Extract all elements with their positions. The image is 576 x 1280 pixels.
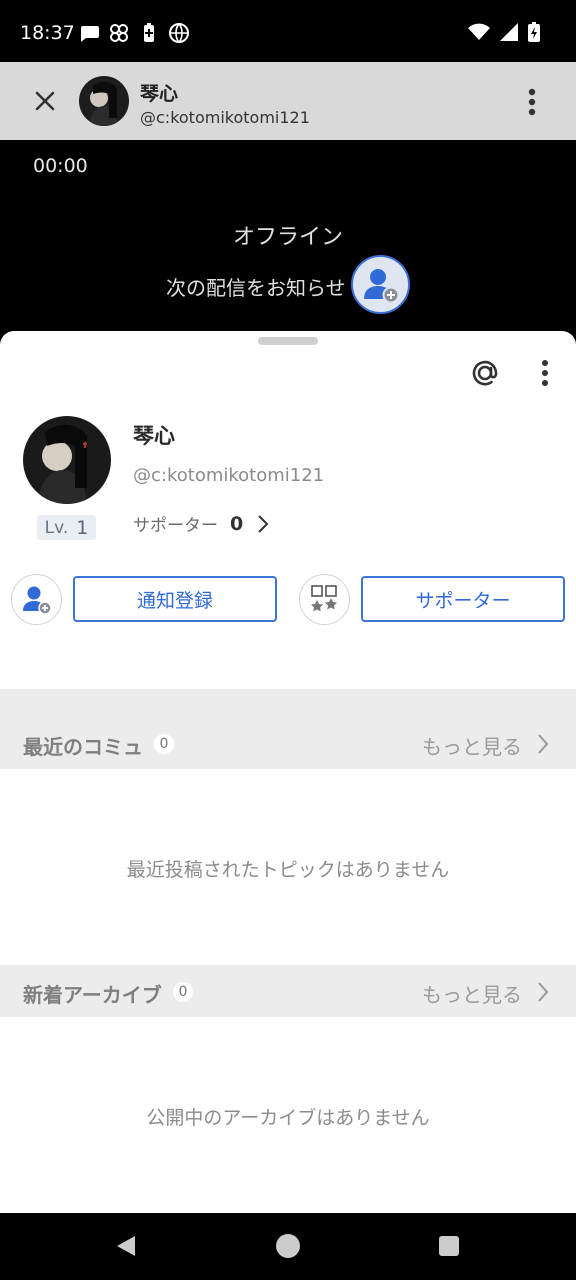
notify-next-label: 次の配信をお知らせ	[166, 276, 346, 300]
level-value: 1	[76, 516, 89, 539]
supporter-icon-button[interactable]	[299, 574, 350, 625]
supporter-count-link[interactable]: サポーター 0	[133, 511, 271, 536]
archive-section-title: 新着アーカイブ	[23, 983, 162, 1007]
nav-recents-button[interactable]	[439, 1236, 459, 1256]
supporter-count: 0	[230, 512, 244, 535]
profile-handle: @c:kotomikotomi121	[133, 465, 325, 486]
back-triangle-icon	[117, 1236, 135, 1256]
status-icons-left	[78, 22, 190, 44]
mention-button[interactable]	[468, 355, 502, 391]
add-person-icon	[23, 586, 52, 615]
at-sign-icon	[472, 360, 498, 386]
nav-back-button[interactable]	[115, 1234, 139, 1258]
sheet-more-button[interactable]	[533, 356, 557, 390]
offline-status: オフライン	[232, 225, 343, 250]
player-timer: 00:00	[33, 155, 88, 177]
status-bar: 18:37	[0, 0, 576, 62]
community-more-link[interactable]: もっと見る	[422, 731, 522, 760]
chat-bubble-icon	[78, 22, 100, 44]
battery-icon	[528, 22, 540, 46]
profile-avatar[interactable]	[23, 416, 111, 504]
header-avatar[interactable]	[79, 76, 129, 126]
vpn-globe-icon	[168, 22, 190, 44]
status-icons-right	[468, 22, 540, 46]
add-person-icon	[364, 269, 400, 304]
community-empty-text: 最近投稿されたトピックはありません	[126, 859, 450, 881]
more-vert-icon	[528, 88, 536, 116]
header-handle: @c:kotomikotomi121	[140, 108, 310, 127]
chevron-right-icon	[538, 982, 549, 1002]
follow-icon-button[interactable]	[11, 574, 62, 625]
signal-icon	[500, 23, 518, 45]
profile-name: 琴心	[133, 424, 175, 448]
archive-empty-text: 公開中のアーカイブはありません	[146, 1107, 430, 1129]
header-name: 琴心	[140, 83, 179, 105]
community-section-title: 最近のコミュ	[23, 735, 143, 759]
level-label: Lv.	[44, 517, 69, 538]
nav-home-button[interactable]	[276, 1234, 300, 1258]
supporter-button[interactable]: サポーター	[361, 576, 565, 622]
battery-saver-icon	[138, 22, 160, 44]
level-badge: Lv. 1	[37, 515, 96, 540]
close-button[interactable]	[28, 84, 62, 118]
sheet-drag-handle[interactable]	[258, 337, 318, 345]
archive-more-link[interactable]: もっと見る	[422, 979, 522, 1008]
notify-next-button[interactable]	[351, 255, 410, 314]
chevron-right-icon	[538, 734, 549, 754]
archive-count-badge: 0	[173, 982, 193, 1002]
notify-register-button[interactable]: 通知登録	[73, 576, 277, 622]
pinwheel-icon	[108, 22, 130, 44]
wifi-icon	[468, 23, 490, 45]
close-icon	[35, 91, 55, 111]
supporter-label: サポーター	[133, 516, 218, 536]
more-vert-icon	[542, 360, 548, 386]
chevron-right-icon	[258, 514, 269, 533]
header-more-button[interactable]	[520, 84, 544, 120]
supporter-stars-icon	[311, 585, 337, 612]
status-time: 18:37	[20, 22, 75, 44]
community-count-badge: 0	[154, 734, 174, 754]
